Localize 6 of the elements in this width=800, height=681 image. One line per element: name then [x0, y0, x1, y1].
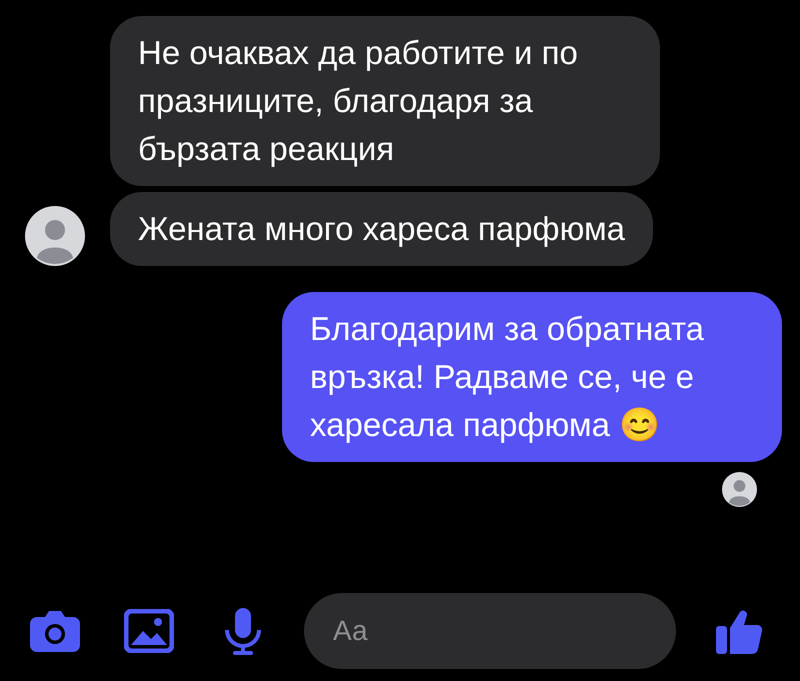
avatar-icon	[722, 472, 757, 507]
message-input[interactable]: Аа	[304, 593, 676, 669]
message-bubble: Жената много хареса парфюма	[110, 192, 653, 266]
avatar-icon	[25, 206, 85, 266]
message-bubble: Не очаквах да работите и по празниците, благодаря за бързата реакция	[110, 16, 660, 186]
message-bubble: Благодарим за обратната връзка! Радваме се, че е харесала парфюма 😊	[282, 292, 782, 462]
